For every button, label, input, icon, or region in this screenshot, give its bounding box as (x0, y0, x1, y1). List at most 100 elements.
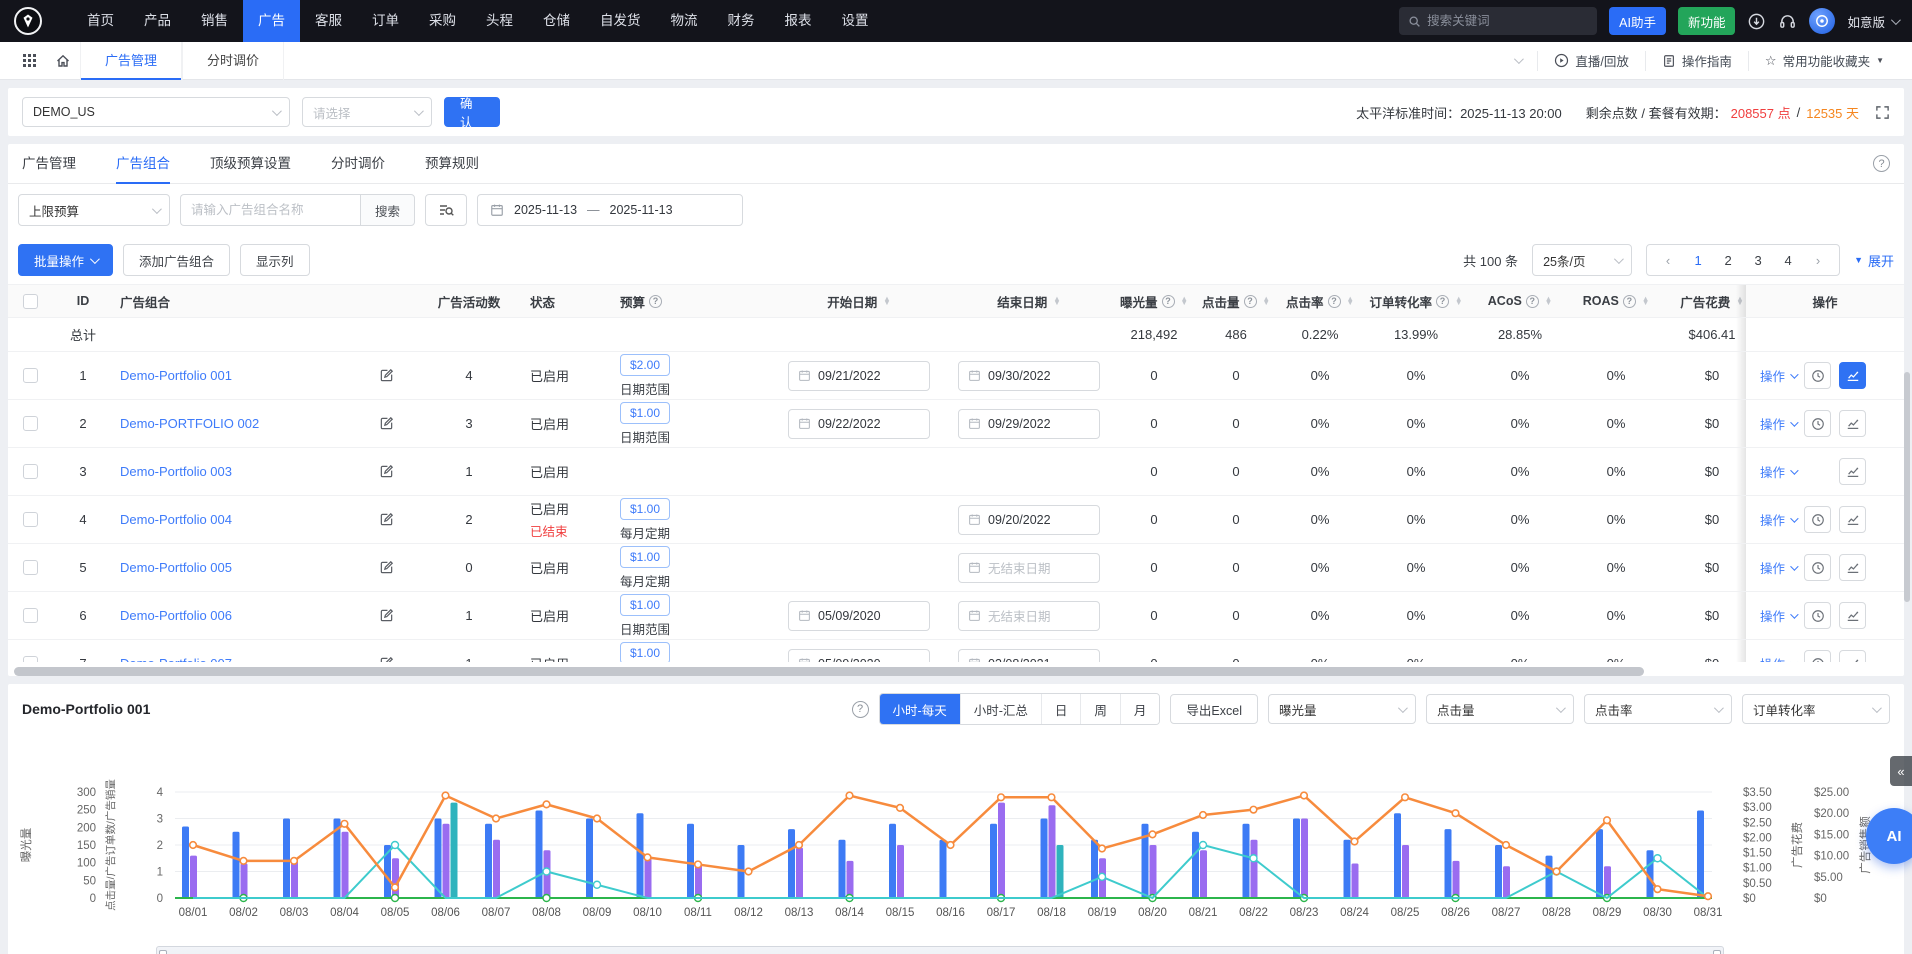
bulk-actions-button[interactable]: 批量操作 (18, 244, 113, 276)
nav-item-9[interactable]: 仓储 (528, 0, 585, 42)
page-1[interactable]: 1 (1683, 245, 1713, 275)
nav-item-4[interactable]: 广告 (243, 0, 300, 42)
edit-portfolio-button[interactable] (379, 608, 394, 623)
hscroll-thumb[interactable] (14, 667, 1644, 676)
help-icon[interactable]: ? (1526, 295, 1539, 308)
row-checkbox[interactable] (23, 464, 38, 479)
row-operate-dropdown[interactable]: 操作 (1760, 510, 1796, 529)
sort-icons[interactable]: ▲▼ (1263, 297, 1270, 305)
subtab-3[interactable]: 顶级预算设置 (210, 144, 291, 184)
nav-item-8[interactable]: 头程 (471, 0, 528, 42)
help-icon[interactable]: ? (649, 295, 662, 308)
shop-select[interactable]: DEMO_US (22, 97, 290, 127)
metric-select-4[interactable]: 订单转化率 (1742, 694, 1890, 724)
search-input[interactable] (1427, 14, 1577, 28)
start-date-input[interactable]: 05/09/2020 (788, 601, 930, 631)
start-date-input[interactable]: 09/22/2022 (788, 409, 930, 439)
period-3[interactable]: 日 (1041, 694, 1081, 724)
live-replay-link[interactable]: 直播/回放 (1537, 51, 1644, 71)
schedule-button[interactable] (1804, 362, 1831, 389)
row-operate-dropdown[interactable]: 操作 (1760, 366, 1796, 385)
portfolio-name-link[interactable]: Demo-Portfolio 005 (120, 560, 232, 575)
end-date-input[interactable]: 09/30/2022 (958, 361, 1100, 391)
collapse-chevron[interactable] (1498, 51, 1537, 71)
edit-portfolio-button[interactable] (379, 416, 394, 431)
confirm-button[interactable]: 确认 (444, 97, 500, 127)
subtab-4[interactable]: 分时调价 (331, 144, 385, 184)
budget-tag[interactable]: $1.00 (620, 402, 670, 424)
nav-item-14[interactable]: 设置 (827, 0, 884, 42)
schedule-button[interactable] (1804, 602, 1831, 629)
budget-type-select[interactable]: 上限预算 (18, 194, 170, 226)
budget-tag[interactable]: $1.00 (620, 642, 670, 663)
sort-icons[interactable]: ▲▼ (1053, 297, 1060, 305)
portfolio-name-input[interactable] (180, 194, 360, 226)
edit-portfolio-button[interactable] (379, 368, 394, 383)
row-operate-dropdown[interactable]: 操作 (1760, 414, 1796, 433)
portfolio-name-link[interactable]: Demo-Portfolio 001 (120, 368, 232, 383)
row-operate-dropdown[interactable]: 操作 (1760, 654, 1796, 662)
start-date-input[interactable]: 09/21/2022 (788, 361, 930, 391)
download-icon[interactable] (1747, 12, 1766, 31)
search-button[interactable]: 搜索 (360, 194, 415, 226)
page-2[interactable]: 2 (1713, 245, 1743, 275)
help-icon[interactable]: ? (1244, 295, 1257, 308)
show-columns-button[interactable]: 显示列 (240, 244, 310, 276)
nav-item-6[interactable]: 订单 (357, 0, 414, 42)
schedule-button[interactable] (1804, 554, 1831, 581)
row-chart-button[interactable] (1839, 650, 1866, 662)
apps-grid-icon[interactable] (12, 42, 46, 80)
end-date-input[interactable]: 09/20/2022 (958, 505, 1100, 535)
sort-icons[interactable]: ▲▼ (1545, 297, 1552, 305)
schedule-button[interactable] (1804, 506, 1831, 533)
row-checkbox[interactable] (23, 560, 38, 575)
period-4[interactable]: 周 (1080, 694, 1120, 724)
sort-icons[interactable]: ▲▼ (1455, 297, 1462, 305)
vertical-scrollbar[interactable] (1904, 372, 1910, 602)
global-search[interactable] (1399, 7, 1597, 35)
help-icon[interactable]: ? (1873, 155, 1890, 172)
add-portfolio-button[interactable]: 添加广告组合 (123, 244, 230, 276)
portfolio-name-link[interactable]: Demo-Portfolio 007 (120, 656, 232, 662)
advanced-search-button[interactable] (425, 194, 467, 226)
help-icon[interactable]: ? (1328, 295, 1341, 308)
page-3[interactable]: 3 (1743, 245, 1773, 275)
sort-icons[interactable]: ▲▼ (1181, 297, 1188, 305)
nav-item-13[interactable]: 报表 (770, 0, 827, 42)
nav-item-12[interactable]: 财务 (713, 0, 770, 42)
period-1[interactable]: 小时-每天 (880, 694, 960, 724)
budget-tag[interactable]: $1.00 (620, 594, 670, 616)
fullscreen-icon[interactable] (1875, 105, 1890, 120)
nav-item-1[interactable]: 首页 (72, 0, 129, 42)
page-4[interactable]: 4 (1773, 245, 1803, 275)
row-operate-dropdown[interactable]: 操作 (1760, 606, 1796, 625)
guide-link[interactable]: 操作指南 (1645, 51, 1748, 71)
nav-item-7[interactable]: 采购 (414, 0, 471, 42)
row-chart-button[interactable] (1839, 362, 1866, 389)
date-range-picker[interactable]: 2025-11-13 — 2025-11-13 (477, 194, 743, 226)
page-prev[interactable]: ‹ (1653, 245, 1683, 275)
budget-tag[interactable]: $2.00 (620, 354, 670, 376)
page-size-select[interactable]: 25条/页 (1532, 244, 1632, 276)
portfolio-name-link[interactable]: Demo-Portfolio 004 (120, 512, 232, 527)
page-next[interactable]: › (1803, 245, 1833, 275)
row-checkbox[interactable] (23, 608, 38, 623)
headset-icon[interactable] (1778, 12, 1797, 31)
nav-item-2[interactable]: 产品 (129, 0, 186, 42)
row-chart-button[interactable] (1839, 410, 1866, 437)
schedule-button[interactable] (1804, 650, 1831, 662)
schedule-button[interactable] (1804, 410, 1831, 437)
portfolio-name-link[interactable]: Demo-Portfolio 003 (120, 464, 232, 479)
subtab-1[interactable]: 广告管理 (22, 144, 76, 184)
edit-portfolio-button[interactable] (379, 512, 394, 527)
datazoom-slider[interactable] (156, 946, 1724, 954)
edit-portfolio-button[interactable] (379, 464, 394, 479)
portfolio-name-link[interactable]: Demo-Portfolio 006 (120, 608, 232, 623)
select-all-checkbox[interactable] (23, 294, 38, 309)
sort-icons[interactable]: ▲▼ (1347, 297, 1354, 305)
row-chart-button[interactable] (1839, 458, 1866, 485)
period-5[interactable]: 月 (1120, 694, 1160, 724)
home-icon[interactable] (46, 42, 80, 80)
nav-item-5[interactable]: 客服 (300, 0, 357, 42)
chart-help-icon[interactable]: ? (852, 701, 869, 718)
